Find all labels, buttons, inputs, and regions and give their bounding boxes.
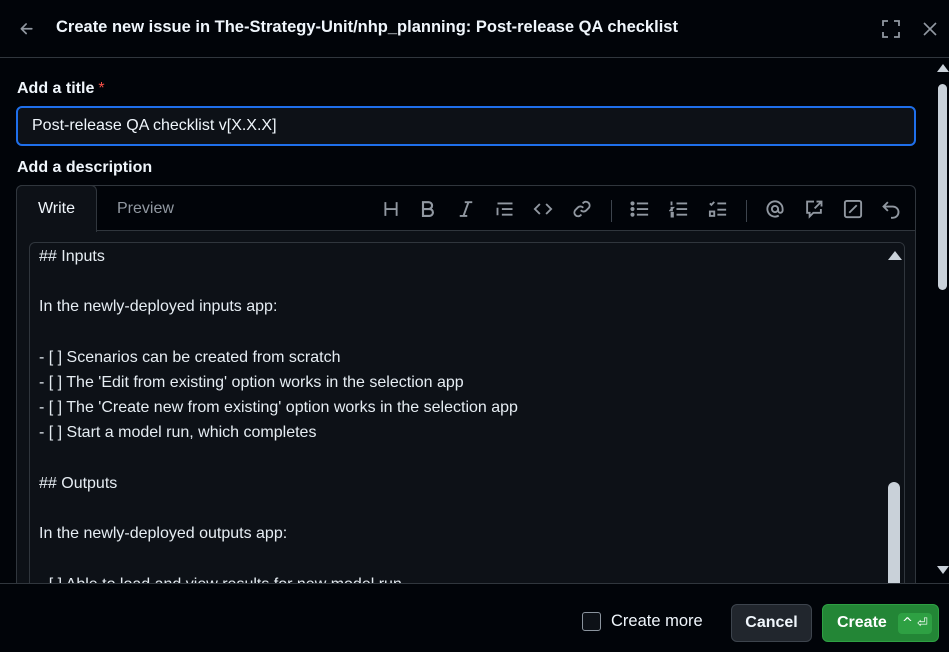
markdown-editor: Write Preview ## Inputs In the newly-dep… bbox=[16, 185, 916, 583]
title-label-text: Add a title bbox=[17, 80, 95, 97]
tab-write[interactable]: Write bbox=[16, 185, 97, 232]
undo-button[interactable] bbox=[879, 197, 903, 221]
bulleted-list-button[interactable] bbox=[628, 197, 652, 221]
textarea-scrollbar[interactable] bbox=[885, 243, 904, 583]
link-icon bbox=[573, 200, 591, 218]
title-input[interactable] bbox=[16, 106, 916, 146]
create-more-toggle[interactable]: Create more bbox=[582, 612, 703, 631]
scroll-thumb[interactable] bbox=[888, 482, 900, 583]
undo-icon bbox=[882, 201, 900, 219]
description-textarea[interactable]: ## Inputs In the newly-deployed inputs a… bbox=[29, 242, 905, 583]
tab-preview[interactable]: Preview bbox=[117, 200, 174, 218]
arrow-left-icon bbox=[20, 23, 33, 35]
fullscreen-button[interactable] bbox=[878, 16, 904, 42]
scroll-up-arrow[interactable] bbox=[937, 64, 949, 72]
keyboard-shortcut-hint: ^ ⏎ bbox=[898, 613, 932, 634]
numbered-list-icon bbox=[669, 201, 688, 218]
create-more-label[interactable]: Create more bbox=[611, 612, 703, 631]
fullscreen-icon bbox=[882, 20, 900, 38]
reference-icon bbox=[806, 200, 823, 219]
title-label: Add a title * bbox=[17, 80, 105, 98]
scroll-down-arrow[interactable] bbox=[937, 566, 949, 574]
quote-button[interactable] bbox=[493, 197, 517, 221]
saved-replies-button[interactable] bbox=[841, 197, 865, 221]
cancel-button[interactable]: Cancel bbox=[731, 604, 812, 642]
italic-button[interactable] bbox=[454, 197, 478, 221]
close-icon bbox=[923, 22, 937, 36]
dialog-footer: Create more Cancel Create ^ ⏎ bbox=[0, 583, 949, 652]
code-button[interactable] bbox=[531, 197, 555, 221]
mention-icon bbox=[766, 200, 784, 218]
toolbar-divider bbox=[611, 200, 612, 222]
mention-button[interactable] bbox=[763, 197, 787, 221]
bold-button[interactable] bbox=[416, 197, 440, 221]
reference-button[interactable] bbox=[802, 197, 826, 221]
description-label: Add a description bbox=[17, 159, 153, 176]
scroll-up-arrow[interactable] bbox=[888, 251, 902, 260]
heading-icon bbox=[384, 202, 398, 216]
numbered-list-button[interactable] bbox=[667, 197, 691, 221]
back-button[interactable] bbox=[14, 16, 40, 42]
description-text[interactable]: ## Inputs In the newly-deployed inputs a… bbox=[39, 244, 879, 583]
quote-icon bbox=[496, 202, 513, 216]
required-marker: * bbox=[98, 80, 105, 97]
bold-icon bbox=[421, 201, 434, 217]
dialog-scrollbar[interactable] bbox=[936, 58, 949, 583]
create-more-checkbox[interactable] bbox=[582, 612, 601, 631]
link-button[interactable] bbox=[570, 197, 594, 221]
dialog-body: Add a title* Add a description Write Pre… bbox=[0, 58, 936, 583]
task-list-button[interactable] bbox=[706, 197, 730, 221]
toolbar-divider bbox=[746, 200, 747, 222]
editor-tabbar: Write Preview bbox=[16, 185, 915, 232]
task-list-icon bbox=[708, 201, 727, 217]
saved-replies-icon bbox=[843, 199, 863, 219]
code-icon bbox=[533, 203, 553, 215]
scroll-thumb[interactable] bbox=[938, 84, 947, 290]
close-button[interactable] bbox=[917, 16, 943, 42]
create-button-label: Create bbox=[837, 614, 887, 631]
dialog-header: Create new issue in The-Strategy-Unit/nh… bbox=[0, 0, 949, 58]
dialog-title: Create new issue in The-Strategy-Unit/nh… bbox=[56, 18, 678, 36]
create-button[interactable]: Create ^ ⏎ bbox=[822, 604, 939, 642]
bulleted-list-icon bbox=[630, 201, 649, 217]
heading-button[interactable] bbox=[379, 197, 403, 221]
italic-icon bbox=[459, 201, 473, 217]
